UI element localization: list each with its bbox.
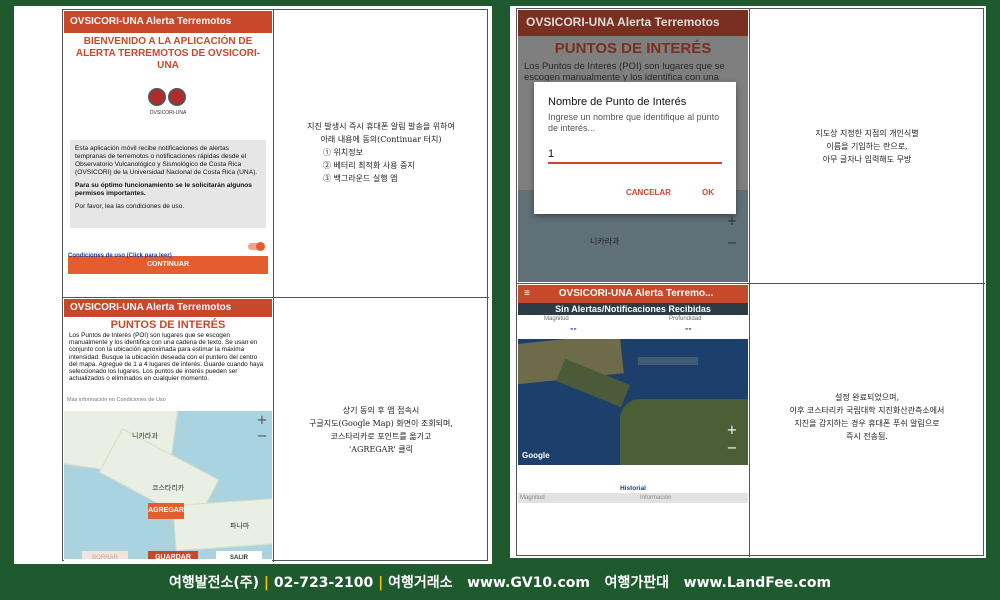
dialog-title: Nombre de Punto de Interés [548,96,687,108]
zoom-out-icon[interactable]: − [724,441,740,457]
historial-header: Magnitud Información [518,493,748,503]
poi-description: Los Puntos de Interés (POI) son lugares … [69,332,264,383]
intro-paragraph-2: Para su óptimo funcionamiento se le soli… [75,182,252,197]
note-complete: 설정 완료되었으며, 이후 코스타리카 국립대학 지진화산관측소에서 지진을 감… [751,391,983,443]
note-line: 즉시 전송됨. [846,432,888,441]
poi-name-dialog: Nombre de Punto de Interés Ingrese un no… [534,82,736,214]
hist-col-informacion: Información [640,495,672,501]
latest-alert-header: Magnitud Profundidad [518,315,748,323]
note-line: 설정 완료되었으며, [835,393,899,402]
note-line: ① 위치정보 [323,148,363,157]
poi-title: PUNTOS DE INTERÉS [110,319,226,331]
historial-heading: Historial [619,485,646,492]
intro-paragraph-1: Esta aplicación móvil recibe notificacio… [75,145,258,176]
google-logo: Google [522,451,550,460]
note-line: 아무 글자나 입력해도 무방 [822,155,912,164]
note-line: 아래 내용에 동의(Continuar 터치) [320,135,442,144]
note-line: 구글지도(Google Map) 화면이 조회되며, [309,419,453,428]
note-consent: 지진 발생시 즉시 휴대폰 알림 발송을 위하여 아래 내용에 동의(Conti… [275,120,487,185]
footer-price-url[interactable]: www.LandFee.com [684,575,831,591]
val-magnitud: -- [570,324,577,333]
zoom-in-icon[interactable]: + [254,413,270,429]
menu-icon[interactable]: ≡ [524,288,536,299]
note-line: 이후 코스타리카 국립대학 지진화산관측소에서 [789,406,945,415]
agregar-button[interactable]: AGREGAR [148,503,184,519]
zoom-out-icon[interactable]: − [254,429,270,445]
app-bar: OVSICORI-UNA Alerta Terremotos [518,10,748,36]
zoom-in-icon[interactable]: + [724,214,740,230]
intro-box: Esta aplicación móvil recibe notificacio… [70,140,266,228]
note-line: 'AGREGAR' 클릭 [349,445,413,454]
left-table: OVSICORI-UNA Alerta Terremotos BIENVENID… [62,9,489,562]
note-line: 지진을 감지하는 경우 휴대폰 푸쉬 알림으로 [794,419,940,428]
more-info-link[interactable]: Más información en Condiciones de Uso [64,397,272,403]
borrar-button[interactable]: BORRAR [82,551,128,559]
footer-phone: 02-723-2100 [273,575,374,591]
conditions-link[interactable]: Condiciones de uso (Click para leer) [68,253,172,259]
note-poi-name: 지도상 지정한 지점의 개인식별 이름을 기입하는 란으로, 아무 글자나 입력… [751,127,983,166]
note-line: 지도상 지정한 지점의 개인식별 [815,129,919,138]
poi-name-input[interactable]: 1 [548,148,722,164]
logo-caption: OVSICORI-UNA [149,110,187,116]
satellite-map[interactable]: + − Google [518,339,748,465]
poi-screen: OVSICORI-UNA Alerta Terremotos PUNTOS DE… [64,299,272,561]
alerts-heading: Sin Alertas/Notificaciones Recibidas [518,303,748,315]
note-line: 지진 발생시 즉시 휴대폰 알림 발송을 위하여 [307,122,455,131]
dialog-cancel-button[interactable]: CANCELAR [626,188,671,197]
alerts-screen: ≡ OVSICORI-UNA Alerta Terremo... Sin Ale… [518,285,748,555]
welcome-screen: OVSICORI-UNA Alerta Terremotos BIENVENID… [64,11,272,295]
footer-exchange: 여행거래소 [388,575,453,591]
col-profundidad: Profundidad [669,316,702,322]
right-sheet: OVSICORI-UNA Alerta Terremotos PUNTOS DE… [510,6,986,558]
app-bar: ≡ OVSICORI-UNA Alerta Terremo... [518,285,748,303]
val-profundidad: -- [685,324,692,333]
poi-description: Los Puntos de Interés (POI) son lugares … [524,61,725,81]
footer-price-board: 여행가판대 [604,575,670,591]
left-sheet: OVSICORI-UNA Alerta Terremotos BIENVENID… [14,6,492,564]
map-label-nicaragua: 니카라과 [132,432,158,440]
ovsicori-logo: OVSICORI-UNA [144,86,192,122]
footer-company: 여행발전소(주) [168,575,260,591]
welcome-title: BIENVENIDO A LA APLICACIÓN DE ALERTA TER… [75,36,261,71]
zoom-out-icon[interactable]: − [724,236,740,252]
note-line: 상기 동의 후 앱 접속시 [342,406,420,415]
footer-exchange-url[interactable]: www.GV10.com [467,575,590,591]
guardar-button[interactable]: GUARDAR [148,551,198,559]
footer-banner: 여행발전소(주) | 02-723-2100 | 여행거래소 www.GV10.… [168,575,832,591]
map-label-costarica: 코스타리카 [152,484,185,492]
note-line: 이름을 기입하는 란으로, [826,142,908,151]
dialog-message: Ingrese un nombre que identifique al pun… [548,112,720,133]
map-label-nicaragua: 니카라과 [590,237,620,246]
note-line: 코스타리카로 포인트를 옮기고 [330,432,432,441]
map-label-panama: 파나마 [230,522,250,530]
note-line: ② 베터리 최적화 사용 중지 [323,161,415,170]
col-magnitud: Magnitud [544,316,569,322]
latest-alert-values: -- -- [518,323,748,335]
poi-dialog-screen: OVSICORI-UNA Alerta Terremotos PUNTOS DE… [518,10,748,282]
note-line: ③ 백그라운드 실행 앱 [323,174,398,183]
zoom-in-icon[interactable]: + [724,423,740,439]
intro-paragraph-3: Por favor, lea las condiciones de uso. [75,203,185,210]
app-bar-title: OVSICORI-UNA Alerta Terremo... [558,288,714,299]
dialog-ok-button[interactable]: OK [702,188,714,197]
note-map: 상기 동의 후 앱 접속시 구글지도(Google Map) 화면이 조회되며,… [275,404,487,456]
app-bar: OVSICORI-UNA Alerta Terremotos [64,299,272,317]
salir-button[interactable]: SALIR [216,551,262,559]
conditions-row[interactable]: Condiciones de uso (Click para leer) [68,242,268,259]
google-map[interactable]: 니카라과 코스타리카 파나마 + − AGREGAR BORRAR GUARDA… [64,411,272,559]
right-table: OVSICORI-UNA Alerta Terremotos PUNTOS DE… [516,8,985,557]
app-bar: OVSICORI-UNA Alerta Terremotos [64,11,272,33]
poi-title: PUNTOS DE INTERÉS [554,40,712,57]
conditions-toggle[interactable] [248,242,265,251]
hist-col-magnitud: Magnitud [520,495,545,501]
